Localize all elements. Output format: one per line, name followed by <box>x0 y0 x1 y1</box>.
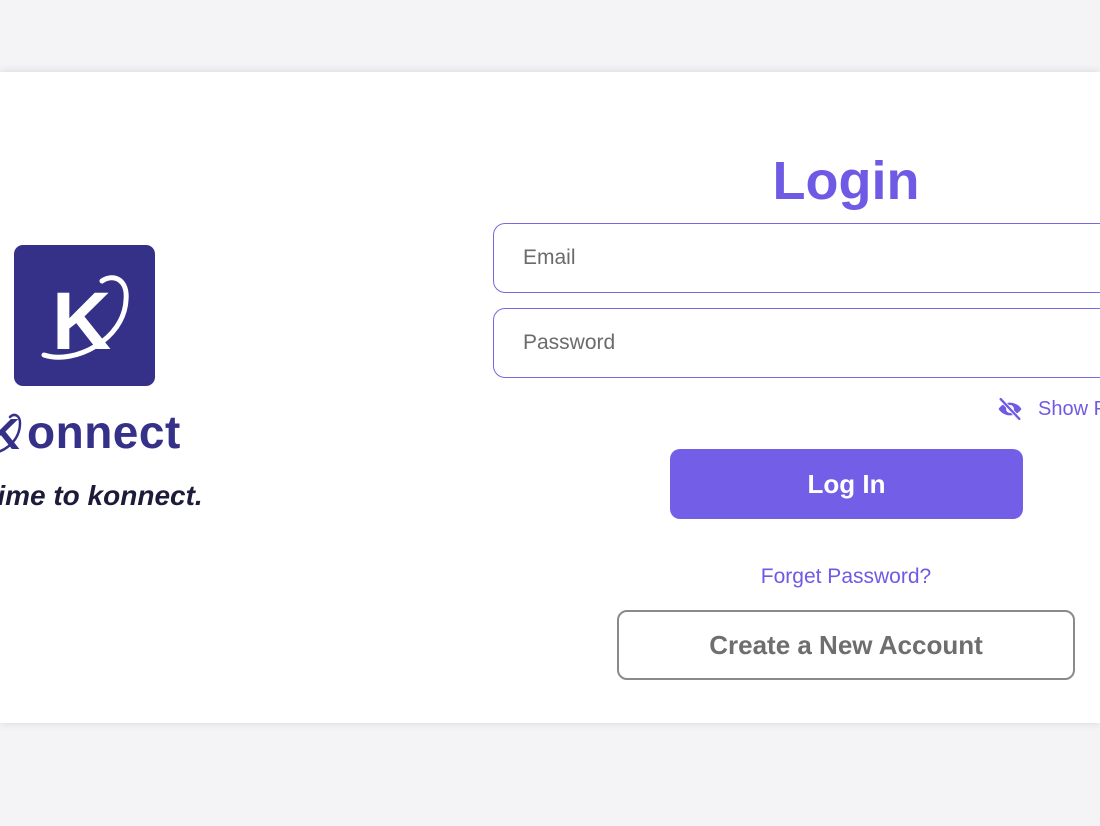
create-account-button[interactable]: Create a New Account <box>617 610 1075 680</box>
konnect-logo-icon: K <box>14 245 155 386</box>
show-password-toggle[interactable]: Show Password <box>996 395 1100 423</box>
password-field[interactable] <box>494 309 1100 377</box>
brand-k-icon: K <box>0 409 26 455</box>
login-card: K K onnect time to konnect. Login Email … <box>0 72 1100 723</box>
email-field-wrapper <box>493 223 1100 293</box>
page-title: Login <box>772 151 920 211</box>
brand-name-text: onnect <box>27 406 181 458</box>
brand-tagline: time to konnect. <box>0 480 203 511</box>
eye-off-icon <box>996 395 1024 423</box>
forget-password-link[interactable]: Forget Password? <box>700 565 992 589</box>
brand-name: K onnect <box>0 405 181 459</box>
email-field[interactable] <box>494 224 1100 292</box>
show-password-label: Show Password <box>1038 397 1100 420</box>
password-field-wrapper <box>493 308 1100 378</box>
login-button[interactable]: Log In <box>670 449 1023 519</box>
